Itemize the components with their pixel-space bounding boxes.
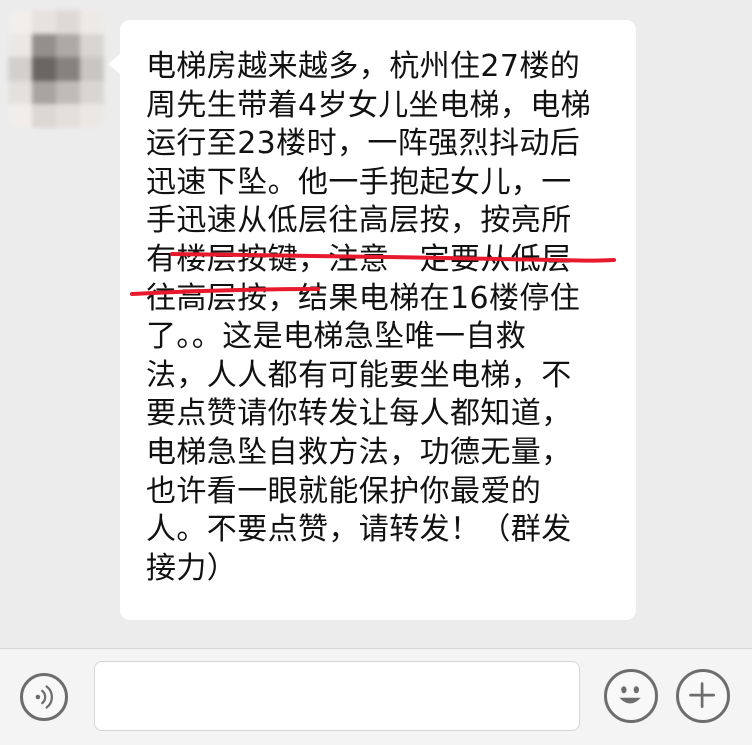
emoji-button[interactable] [604,669,658,723]
message-line: 电梯急坠自救方法，功德无量， [146,434,572,470]
message-line: 接力） [146,550,238,586]
message-line: 法，人人都有可能要坐电梯，不 [146,357,572,393]
plus-icon [689,682,715,708]
message-line: 周先生带着4岁女儿坐电梯，电梯 [146,87,592,123]
message-bubble[interactable]: 电梯房越来越多，杭州住27楼的 周先生带着4岁女儿坐电梯，电梯 运行至23楼时，一阵… [108,20,636,620]
avatar[interactable] [8,10,104,128]
message-line: 人。不要点赞，请转发！（群发 [146,512,572,548]
voice-button[interactable] [20,673,68,721]
message-line: 要点赞请你转发让每人都知道， [146,396,572,432]
message-text: 电梯房越来越多，杭州住27楼的 周先生带着4岁女儿坐电梯，电梯 运行至23楼时，一阵… [146,48,616,588]
message-line: 往高层按，结果电梯在16楼停住 [146,280,581,316]
chat-area: 电梯房越来越多，杭州住27楼的 周先生带着4岁女儿坐电梯，电梯 运行至23楼时，一阵… [0,0,752,648]
message-line: 电梯房越来越多，杭州住27楼的 [146,49,581,84]
message-line: 迅速下坠。他一手抱起女儿，一 [146,164,572,200]
smiley-icon [619,686,641,704]
input-bar [0,648,752,745]
message-line: 运行至23楼时，一阵强烈抖动后 [146,126,581,162]
message-line: 有楼层按键，注意一定要从低层 [146,241,572,277]
message-line: 了。。这是电梯急坠唯一自救 [146,319,527,355]
message-input[interactable] [94,661,580,731]
voice-icon [35,685,53,709]
plus-button[interactable] [676,669,730,723]
message-line: 也许看一眼就能保护你最爱的 [146,473,542,509]
message-line: 手迅速从低层往高层按，按亮所 [146,203,572,239]
